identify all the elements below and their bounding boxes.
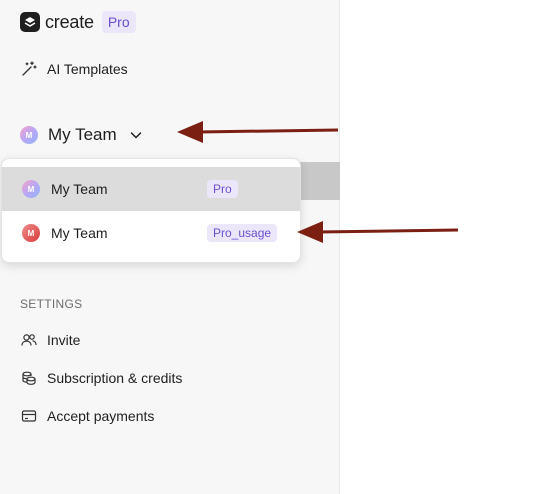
annotation-arrows xyxy=(177,121,459,243)
annotation-arrow-team-switcher xyxy=(177,121,339,143)
annotation-arrow-pro-usage xyxy=(297,221,459,243)
